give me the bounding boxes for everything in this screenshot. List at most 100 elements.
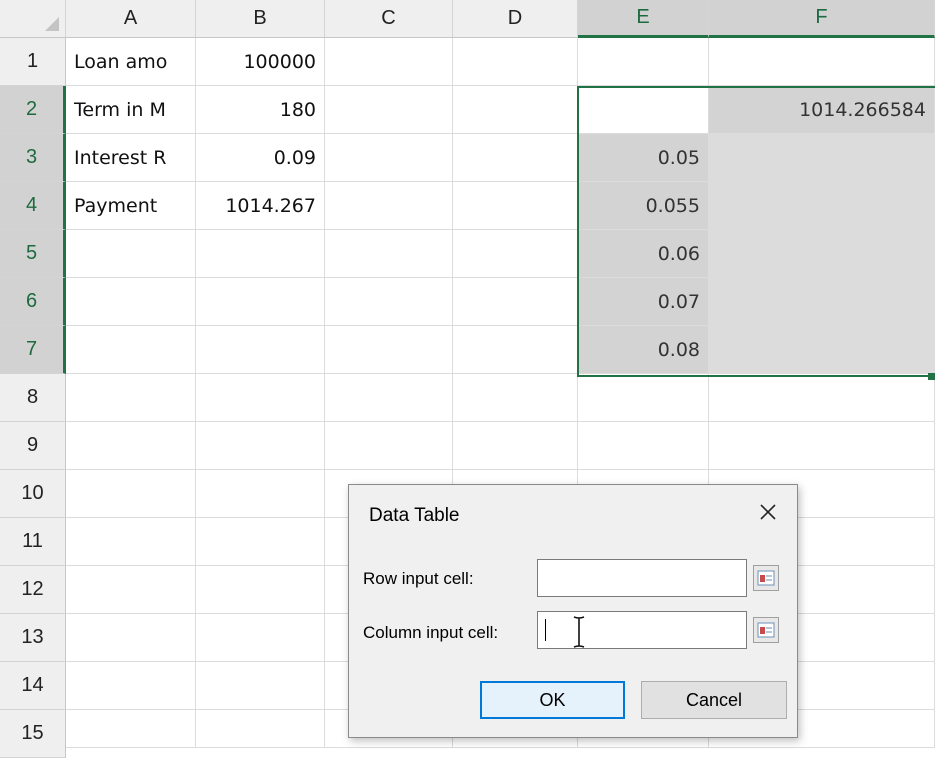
cell-f1[interactable]: [709, 38, 935, 86]
column-header-e[interactable]: E: [578, 0, 709, 38]
cell-d7[interactable]: [453, 326, 578, 374]
cell-d3[interactable]: [453, 134, 578, 182]
cell-b6[interactable]: [196, 278, 325, 326]
row-header-9[interactable]: 9: [0, 422, 66, 470]
cell-d2[interactable]: [453, 86, 578, 134]
data-table-dialog: Data Table Row input cell: Column input …: [348, 484, 798, 738]
cell-d8[interactable]: [453, 374, 578, 422]
cell-f3[interactable]: [709, 134, 935, 182]
cell-c6[interactable]: [325, 278, 453, 326]
cell-a9[interactable]: [66, 422, 196, 470]
cell-d9[interactable]: [453, 422, 578, 470]
cell-e9[interactable]: [578, 422, 709, 470]
row-header-12[interactable]: 12: [0, 566, 66, 614]
cell-b14[interactable]: [196, 662, 325, 710]
cell-e5[interactable]: 0.06: [578, 230, 709, 278]
cell-f2[interactable]: 1014.266584: [709, 86, 935, 134]
ok-button[interactable]: OK: [480, 681, 625, 719]
cell-f8[interactable]: [709, 374, 935, 422]
cell-b13[interactable]: [196, 614, 325, 662]
row-header-1[interactable]: 1: [0, 38, 66, 86]
cell-b11[interactable]: [196, 518, 325, 566]
cell-f4[interactable]: [709, 182, 935, 230]
cell-a4[interactable]: Payment: [66, 182, 196, 230]
row-header-15[interactable]: 15: [0, 710, 66, 758]
cell-b7[interactable]: [196, 326, 325, 374]
cell-f9[interactable]: [709, 422, 935, 470]
cell-b5[interactable]: [196, 230, 325, 278]
select-all-corner[interactable]: [0, 0, 66, 38]
row-header-7[interactable]: 7: [0, 326, 66, 374]
cell-a2[interactable]: Term in M: [66, 86, 196, 134]
cell-a7[interactable]: [66, 326, 196, 374]
row-header-4[interactable]: 4: [0, 182, 66, 230]
cell-b4[interactable]: 1014.267: [196, 182, 325, 230]
cell-e3[interactable]: 0.05: [578, 134, 709, 182]
row-header-6[interactable]: 6: [0, 278, 66, 326]
cell-b9[interactable]: [196, 422, 325, 470]
row-input-label: Row input cell:: [363, 569, 474, 588]
select-all-triangle-icon: [45, 17, 59, 31]
cell-c8[interactable]: [325, 374, 453, 422]
cell-a5[interactable]: [66, 230, 196, 278]
cell-e4[interactable]: 0.055: [578, 182, 709, 230]
cell-b3[interactable]: 0.09: [196, 134, 325, 182]
cell-b2[interactable]: 180: [196, 86, 325, 134]
row-header-2[interactable]: 2: [0, 86, 66, 134]
fill-handle[interactable]: [928, 373, 935, 380]
cell-e7[interactable]: 0.08: [578, 326, 709, 374]
row-header-14[interactable]: 14: [0, 662, 66, 710]
column-header-a[interactable]: A: [66, 0, 196, 38]
cell-c1[interactable]: [325, 38, 453, 86]
cell-f6[interactable]: [709, 278, 935, 326]
cell-b12[interactable]: [196, 566, 325, 614]
cell-b10[interactable]: [196, 470, 325, 518]
cell-f7[interactable]: [709, 326, 935, 374]
cell-a6[interactable]: [66, 278, 196, 326]
cell-a11[interactable]: [66, 518, 196, 566]
cell-d1[interactable]: [453, 38, 578, 86]
row-header-11[interactable]: 11: [0, 518, 66, 566]
column-header-b[interactable]: B: [196, 0, 325, 38]
row-header-8[interactable]: 8: [0, 374, 66, 422]
row-header-5[interactable]: 5: [0, 230, 66, 278]
column-header-d[interactable]: D: [453, 0, 578, 38]
cancel-button[interactable]: Cancel: [641, 681, 787, 719]
cell-a12[interactable]: [66, 566, 196, 614]
row-header-3[interactable]: 3: [0, 134, 66, 182]
cell-e6[interactable]: 0.07: [578, 278, 709, 326]
close-icon[interactable]: [753, 497, 783, 527]
cell-e2[interactable]: [578, 86, 709, 134]
cell-a15[interactable]: [66, 710, 196, 748]
cell-c3[interactable]: [325, 134, 453, 182]
row-input-field[interactable]: [537, 559, 747, 597]
collapse-dialog-icon[interactable]: [753, 565, 779, 591]
cell-c2[interactable]: [325, 86, 453, 134]
cell-c9[interactable]: [325, 422, 453, 470]
cell-d5[interactable]: [453, 230, 578, 278]
cell-c7[interactable]: [325, 326, 453, 374]
cell-b8[interactable]: [196, 374, 325, 422]
cell-b15[interactable]: [196, 710, 325, 748]
cell-f5[interactable]: [709, 230, 935, 278]
cell-c5[interactable]: [325, 230, 453, 278]
collapse-dialog-icon[interactable]: [753, 617, 779, 643]
column-input-field[interactable]: [537, 611, 747, 649]
row-header-13[interactable]: 13: [0, 614, 66, 662]
cell-e1[interactable]: [578, 38, 709, 86]
column-header-f[interactable]: F: [709, 0, 935, 38]
column-header-c[interactable]: C: [325, 0, 453, 38]
cell-d6[interactable]: [453, 278, 578, 326]
cell-b1[interactable]: 100000: [196, 38, 325, 86]
column-input-wrapper: [537, 611, 747, 649]
cell-c4[interactable]: [325, 182, 453, 230]
cell-a8[interactable]: [66, 374, 196, 422]
cell-a1[interactable]: Loan amo: [66, 38, 196, 86]
cell-a13[interactable]: [66, 614, 196, 662]
cell-a10[interactable]: [66, 470, 196, 518]
cell-a3[interactable]: Interest R: [66, 134, 196, 182]
row-header-10[interactable]: 10: [0, 470, 66, 518]
cell-a14[interactable]: [66, 662, 196, 710]
cell-e8[interactable]: [578, 374, 709, 422]
cell-d4[interactable]: [453, 182, 578, 230]
